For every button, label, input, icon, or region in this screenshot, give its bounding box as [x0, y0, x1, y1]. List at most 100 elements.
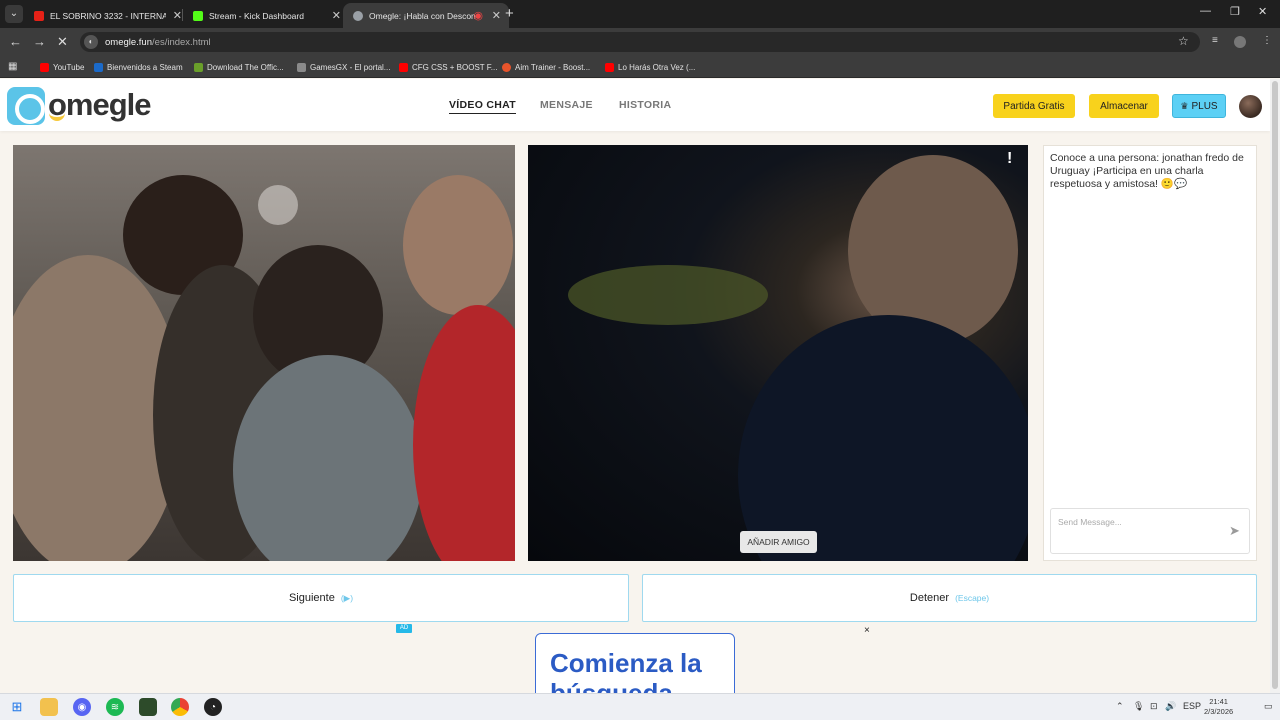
plus-label: PLUS: [1191, 100, 1218, 112]
gamesgx-icon: [297, 62, 306, 72]
minecraft-icon[interactable]: [139, 698, 157, 716]
stop-loading-icon[interactable]: ✕: [57, 34, 68, 50]
tab-youtube[interactable]: EL SOBRINO 3232 - INTERNACI ✕: [24, 3, 190, 28]
send-icon[interactable]: ➤: [1229, 523, 1240, 539]
nav-history[interactable]: HISTORIA: [619, 99, 671, 111]
bookmark-label: CFG CSS + BOOST F...: [412, 62, 498, 72]
stop-button[interactable]: Detener (Escape): [642, 574, 1257, 622]
kick-icon: [193, 10, 203, 21]
tab-search-button[interactable]: ⌄: [5, 5, 23, 23]
tab-strip: ⌄ EL SOBRINO 3232 - INTERNACI ✕ Stream -…: [0, 0, 1280, 28]
bookmark-label: Aim Trainer - Boost...: [515, 62, 591, 72]
user-avatar[interactable]: [1239, 95, 1262, 118]
steam-icon: [94, 62, 103, 72]
youtube-icon: [399, 62, 408, 72]
language-indicator[interactable]: ESP: [1183, 701, 1201, 711]
scrollbar-thumb[interactable]: [1272, 81, 1278, 689]
bookmark-label: Download The Offic...: [207, 62, 284, 72]
tab-kick[interactable]: Stream - Kick Dashboard ✕: [183, 3, 349, 28]
browser-menu-icon[interactable]: ⋮: [1262, 35, 1272, 46]
url-domain: omegle.fun: [105, 36, 153, 48]
system-clock[interactable]: 21:41 2/3/2026: [1204, 697, 1233, 717]
omegle-favicon-icon: [353, 10, 363, 21]
youtube-icon: [40, 62, 49, 72]
nav-video-chat[interactable]: VÍDEO CHAT: [449, 99, 516, 114]
message-placeholder: Send Message...: [1058, 517, 1122, 527]
bookmark-item[interactable]: YouTube: [40, 60, 84, 74]
bookmark-item[interactable]: Download The Offic...: [194, 60, 284, 74]
stranger-video: [528, 145, 1028, 561]
bookmark-item[interactable]: Aim Trainer - Boost...: [502, 60, 590, 74]
bookmark-item[interactable]: Bienvenidos a Steam: [94, 60, 183, 74]
spotify-icon[interactable]: ≋: [106, 698, 124, 716]
url-path: /es/index.html: [152, 36, 211, 48]
new-tab-button[interactable]: +: [505, 5, 514, 22]
bookmark-star-icon[interactable]: ☆: [1178, 34, 1189, 48]
close-tab-icon[interactable]: ◉: [473, 9, 483, 22]
apps-grid-icon[interactable]: ▦: [8, 61, 17, 72]
nav-message[interactable]: MENSAJE: [540, 99, 593, 111]
restore-icon[interactable]: ❐: [1230, 5, 1240, 18]
tab-title: Stream - Kick Dashboard: [209, 10, 304, 21]
windows-start-icon[interactable]: ⊞: [8, 698, 26, 716]
taskbar: ⊞ ◉ ≋ ◔ ⌃ 🎙 ⊡ 🔊 ESP 21:41 2/3/2026 ▭: [0, 693, 1280, 720]
ad-card-text: Comienza la búsqueda: [550, 648, 702, 693]
profile-icon[interactable]: [1234, 36, 1246, 48]
bookmark-item[interactable]: Lo Harás Otra Vez (...: [605, 60, 695, 74]
bookmark-label: YouTube: [53, 62, 85, 72]
stop-shortcut: (Escape): [955, 593, 990, 603]
discord-icon[interactable]: ◉: [73, 698, 91, 716]
obs-icon[interactable]: ◔: [204, 698, 222, 716]
video-figure: [258, 185, 298, 225]
free-game-button[interactable]: Partida Gratis: [993, 94, 1075, 118]
video-figure: [738, 315, 1028, 561]
forward-arrow-icon[interactable]: →: [33, 34, 46, 49]
back-arrow-icon[interactable]: ←: [9, 34, 22, 49]
reading-list-icon[interactable]: ≡: [1212, 35, 1218, 46]
store-button[interactable]: Almacenar: [1089, 94, 1159, 118]
address-toolbar: ← → ✕ ◐ omegle.fun /es/index.html ☆ ≡ ⋮: [0, 28, 1280, 56]
close-tab-icon[interactable]: ✕: [492, 9, 501, 22]
video-figure: [568, 265, 768, 325]
report-button[interactable]: !: [1007, 150, 1012, 168]
youtube-icon: [605, 62, 614, 72]
message-input[interactable]: Send Message... ➤: [1050, 508, 1250, 554]
bookmark-label: Bienvenidos a Steam: [107, 62, 183, 72]
add-friend-button[interactable]: AÑADIR AMIGO: [740, 531, 817, 553]
close-tab-icon[interactable]: ✕: [332, 9, 341, 22]
volume-icon[interactable]: 🔊: [1165, 701, 1176, 712]
tray-expand-icon[interactable]: ⌃: [1116, 701, 1124, 712]
network-icon[interactable]: ⊡: [1150, 701, 1158, 712]
notifications-icon[interactable]: ▭: [1264, 701, 1273, 712]
chrome-icon[interactable]: [171, 698, 189, 716]
page-scrollbar[interactable]: [1270, 79, 1280, 693]
next-button[interactable]: Siguiente (▶): [13, 574, 629, 622]
omegle-logo-icon[interactable]: [7, 87, 45, 125]
tab-omegle[interactable]: Omegle: ¡Habla con Descon ◉ ✕: [343, 3, 509, 28]
video-figure: [413, 305, 515, 561]
nvidia-icon: [194, 62, 203, 72]
video-figure: [233, 355, 423, 561]
bookmark-item[interactable]: CFG CSS + BOOST F...: [399, 60, 497, 74]
close-window-icon[interactable]: ✕: [1258, 5, 1267, 18]
ad-close-icon[interactable]: ×: [864, 625, 870, 636]
microphone-icon[interactable]: 🎙: [1133, 701, 1144, 712]
local-video: [13, 145, 515, 561]
ad-card[interactable]: Comienza la búsqueda: [535, 633, 735, 693]
chat-intro-message: Conoce a una persona: jonathan fredo de …: [1050, 152, 1244, 190]
chat-panel: Conoce a una persona: jonathan fredo de …: [1043, 145, 1257, 561]
bookmark-label: GamesGX - El portal...: [310, 62, 391, 72]
url-field[interactable]: ◐ omegle.fun /es/index.html: [80, 32, 1200, 52]
aim-trainer-icon: [502, 62, 511, 72]
ad-badge: AD: [396, 624, 412, 633]
plus-button[interactable]: ♛ PLUS: [1172, 94, 1226, 118]
site-info-icon[interactable]: ◐: [84, 35, 98, 49]
minimize-icon[interactable]: —: [1200, 5, 1211, 17]
close-tab-icon[interactable]: ✕: [173, 9, 182, 22]
crown-icon: ♛: [1180, 100, 1189, 111]
bookmark-item[interactable]: GamesGX - El portal...: [297, 60, 390, 74]
video-figure: [403, 175, 513, 315]
file-explorer-icon[interactable]: [40, 698, 58, 716]
youtube-icon: [34, 10, 44, 21]
next-label: Siguiente: [288, 592, 335, 604]
